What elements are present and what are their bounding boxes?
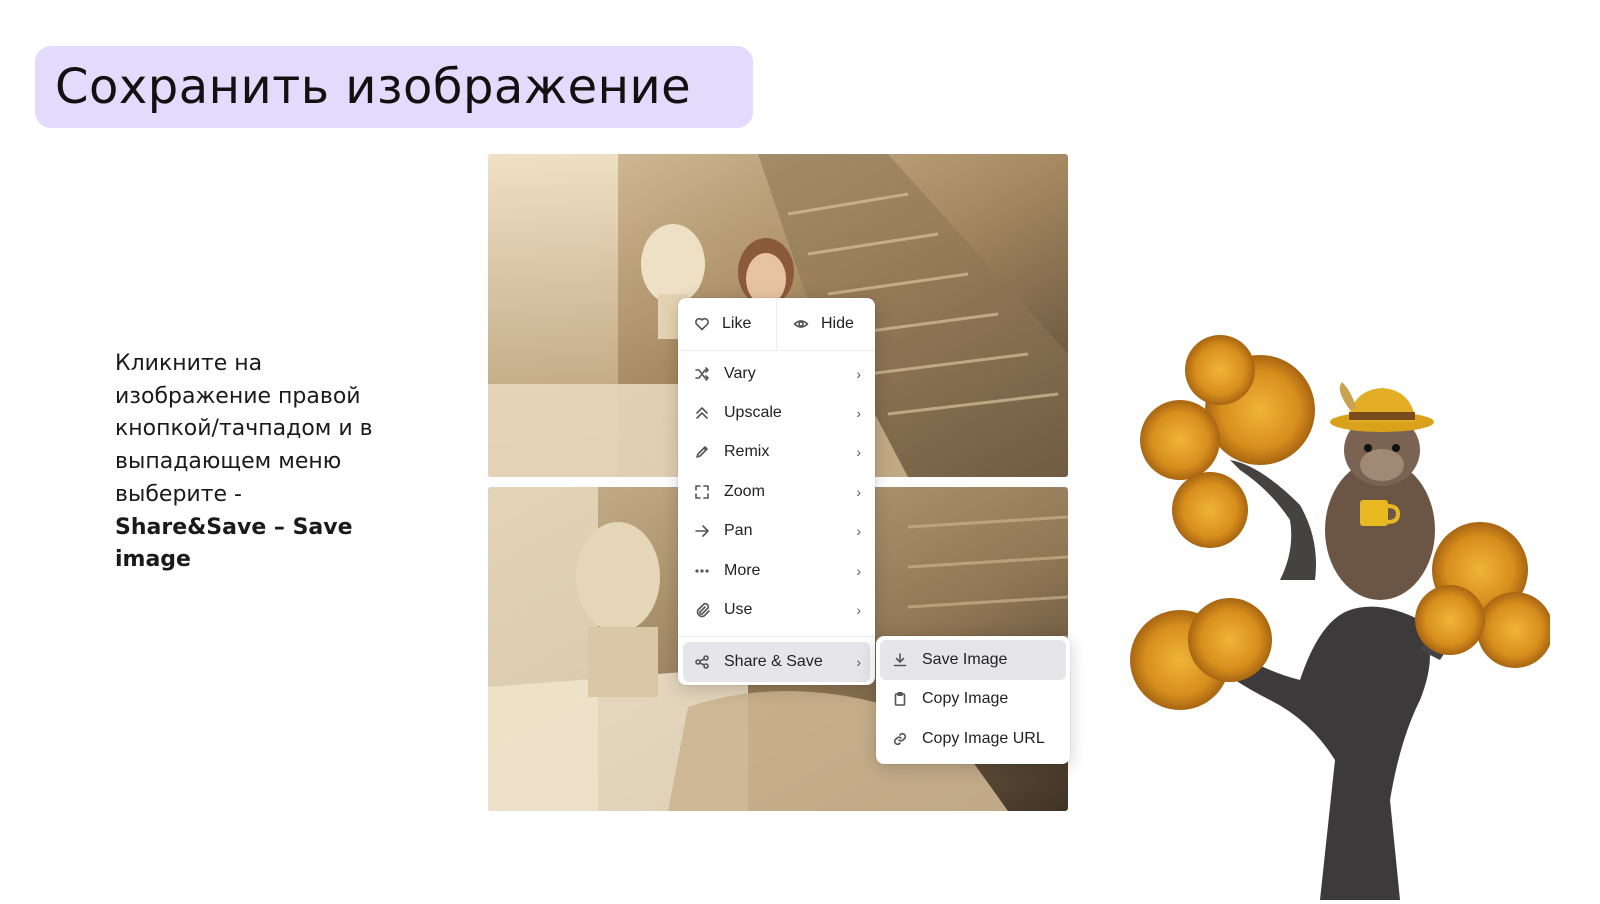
menu-item-more[interactable]: More › bbox=[678, 551, 875, 590]
menu-item-upscale[interactable]: Upscale › bbox=[678, 393, 875, 432]
share-save-submenu: Save Image Copy Image Copy Image URL bbox=[876, 636, 1070, 764]
chevrons-up-icon bbox=[694, 405, 710, 421]
marmot-tree-illustration bbox=[1120, 320, 1553, 900]
chevron-right-icon: › bbox=[856, 405, 861, 422]
instruction-text: Кликните на изображение правой кнопкой/т… bbox=[115, 348, 415, 577]
chevron-right-icon: › bbox=[856, 562, 861, 579]
instruction-line: кнопкой/тачпадом и в bbox=[115, 416, 373, 442]
dots-icon bbox=[694, 563, 710, 579]
submenu-list: Save Image Copy Image Copy Image URL bbox=[876, 636, 1070, 759]
menu-divider bbox=[678, 635, 875, 637]
pencil-icon bbox=[694, 444, 710, 460]
instruction-bold-line: image bbox=[115, 547, 191, 573]
menu-item-label: Share & Save bbox=[724, 652, 823, 670]
menu-list: Vary › Upscale › Remix › Zoom › Pan › Mo… bbox=[678, 351, 875, 682]
heart-icon bbox=[694, 316, 710, 332]
instruction-line: изображение правой bbox=[115, 383, 361, 409]
like-button[interactable]: Like bbox=[678, 298, 776, 350]
clipboard-icon bbox=[892, 691, 908, 707]
download-icon bbox=[892, 652, 908, 668]
menu-item-pan[interactable]: Pan › bbox=[678, 512, 875, 551]
menu-item-label: Pan bbox=[724, 522, 753, 540]
eye-icon bbox=[793, 316, 809, 332]
chevron-right-icon: › bbox=[856, 653, 861, 670]
submenu-item-label: Copy Image URL bbox=[922, 729, 1045, 747]
menu-item-share-save[interactable]: Share & Save › bbox=[683, 641, 870, 682]
expand-icon bbox=[694, 484, 710, 500]
instruction-line: выпадающем меню bbox=[115, 449, 342, 475]
menu-item-label: Zoom bbox=[724, 482, 765, 500]
menu-item-remix[interactable]: Remix › bbox=[678, 433, 875, 472]
chevron-right-icon: › bbox=[856, 444, 861, 461]
instruction-bold-line: Share&Save – Save bbox=[115, 514, 353, 540]
chevron-right-icon: › bbox=[856, 602, 861, 619]
chevron-right-icon: › bbox=[856, 483, 861, 500]
menu-item-copy-image[interactable]: Copy Image bbox=[876, 680, 1070, 720]
context-menu: Like Hide Vary › Upscale › Remix › Zoom … bbox=[678, 298, 875, 685]
share-icon bbox=[694, 654, 710, 670]
submenu-item-label: Copy Image bbox=[922, 690, 1009, 708]
menu-item-copy-image-url[interactable]: Copy Image URL bbox=[876, 719, 1070, 759]
submenu-item-label: Save Image bbox=[922, 650, 1008, 668]
menu-item-label: Remix bbox=[724, 443, 770, 461]
link-icon bbox=[892, 731, 908, 747]
shuffle-icon bbox=[694, 366, 710, 382]
menu-item-use[interactable]: Use › bbox=[678, 590, 875, 629]
menu-item-label: Use bbox=[724, 601, 753, 619]
page-title: Сохранить изображение bbox=[55, 59, 692, 115]
paperclip-icon bbox=[694, 602, 710, 618]
hide-button[interactable]: Hide bbox=[776, 298, 875, 350]
menu-item-zoom[interactable]: Zoom › bbox=[678, 472, 875, 511]
chevron-right-icon: › bbox=[856, 365, 861, 382]
like-label: Like bbox=[722, 315, 752, 332]
instruction-line: Кликните на bbox=[115, 351, 263, 376]
menu-item-label: More bbox=[724, 561, 761, 579]
menu-item-save-image[interactable]: Save Image bbox=[880, 640, 1066, 680]
chevron-right-icon: › bbox=[856, 523, 861, 540]
title-banner: Сохранить изображение bbox=[35, 46, 753, 128]
menu-item-label: Upscale bbox=[724, 404, 782, 422]
instruction-line: выберите - bbox=[115, 481, 242, 507]
hide-label: Hide bbox=[821, 315, 854, 332]
arrow-right-icon bbox=[694, 523, 710, 539]
menu-item-vary[interactable]: Vary › bbox=[678, 354, 875, 393]
menu-top-row: Like Hide bbox=[678, 298, 875, 351]
menu-item-label: Vary bbox=[724, 364, 756, 382]
